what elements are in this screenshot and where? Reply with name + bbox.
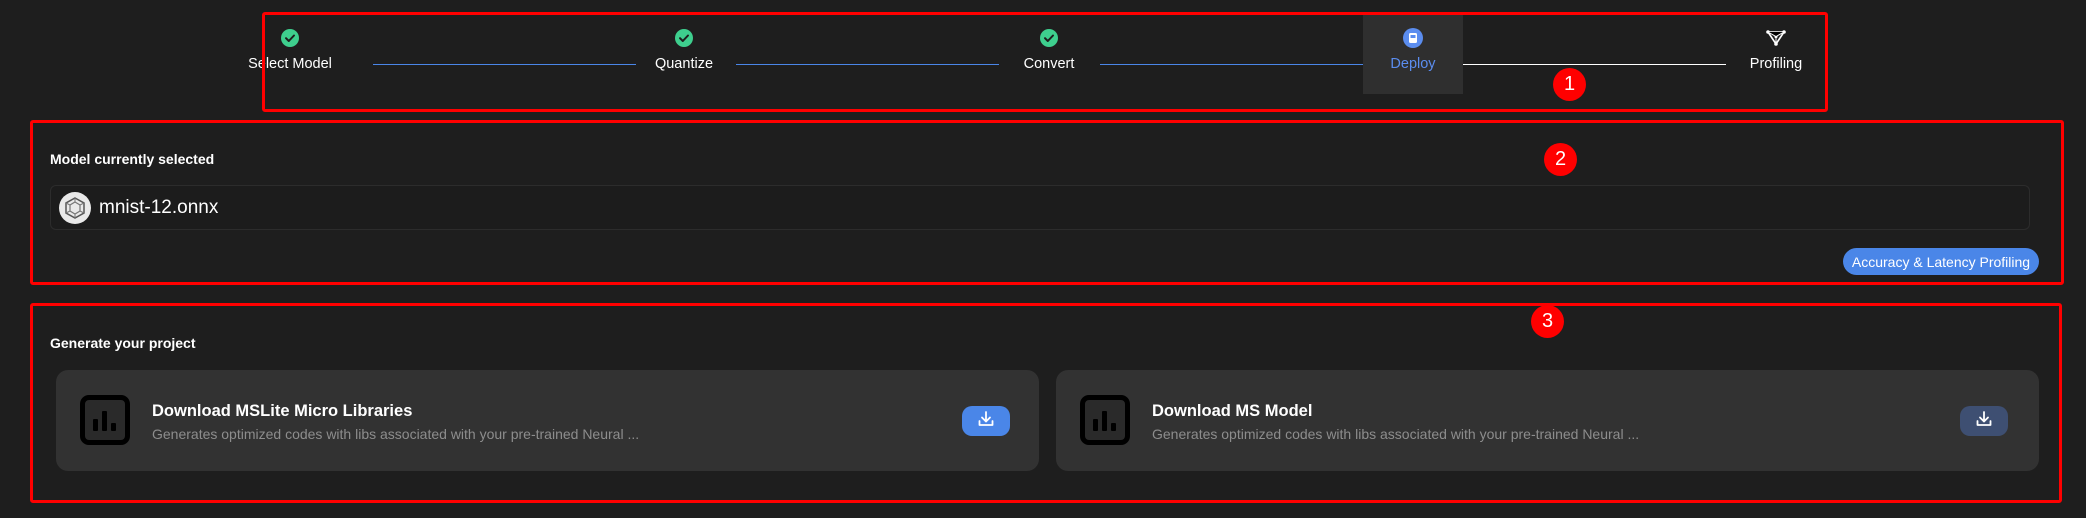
profiling-icon [1766,28,1786,48]
step-label: Select Model [248,56,332,72]
step-label: Profiling [1749,56,1803,72]
deploy-icon [1403,28,1423,48]
step-profiling[interactable]: Profiling [1726,14,1826,94]
card-title: Download MS Model [1152,402,1313,420]
annotation-badge-2: 2 [1544,143,1577,176]
annotation-badge-1: 1 [1553,68,1586,101]
download-ms-model-card[interactable]: Download MS Model Generates optimized co… [1056,370,2039,471]
annotation-badge-3: 3 [1531,305,1564,338]
stepper: Select Model Quantize Convert Deploy Pro… [248,14,1820,98]
project-section-title: Generate your project [50,335,196,351]
step-quantize[interactable]: Quantize [634,14,734,94]
selected-model-field[interactable]: mnist-12.onnx [50,185,2030,230]
check-circle-icon [674,28,694,48]
card-description: Generates optimized codes with libs asso… [1152,426,1640,442]
download-button[interactable] [962,406,1010,436]
check-circle-icon [1039,28,1059,48]
download-micro-libraries-card[interactable]: Download MSLite Micro Libraries Generate… [56,370,1039,471]
bar-chart-icon [1080,395,1130,445]
step-label: Quantize [654,56,714,72]
step-label: Deploy [1390,56,1436,72]
step-convert[interactable]: Convert [999,14,1099,94]
onnx-logo-icon [59,191,91,224]
model-name: mnist-12.onnx [99,196,219,218]
bar-chart-icon [80,395,130,445]
step-connector [1463,64,1726,65]
accuracy-latency-profiling-button[interactable]: Accuracy & Latency Profiling [1843,248,2039,275]
step-deploy[interactable]: Deploy [1363,14,1463,94]
download-button[interactable] [1960,406,2008,436]
model-section-title: Model currently selected [50,151,215,167]
card-title: Download MSLite Micro Libraries [152,402,413,420]
download-icon [1974,409,1994,434]
check-circle-icon [280,28,300,48]
step-connector [1100,64,1363,65]
step-label: Convert [1023,56,1075,72]
step-connector [736,64,999,65]
step-connector [373,64,636,65]
download-icon [976,409,996,434]
card-description: Generates optimized codes with libs asso… [152,426,640,442]
step-select-model[interactable]: Select Model [240,14,340,94]
